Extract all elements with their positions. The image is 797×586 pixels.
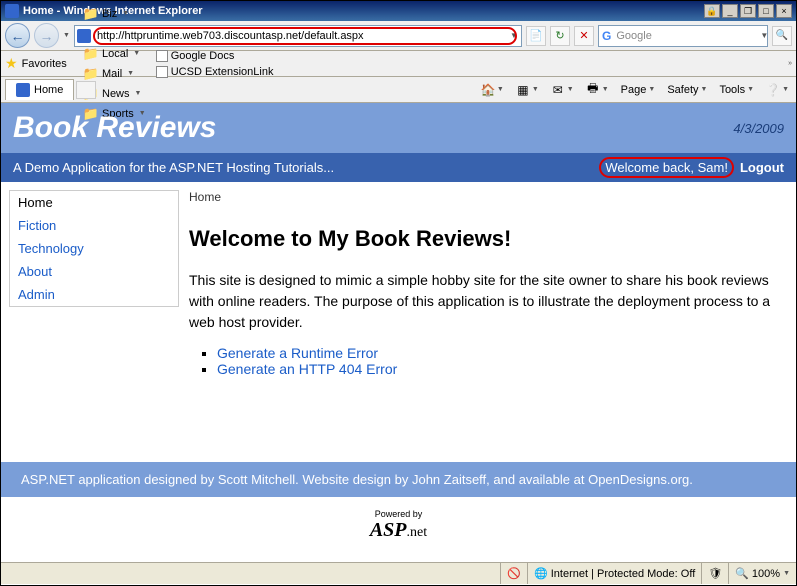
status-bar: 🚫 🌐Internet | Protected Mode: Off 🛡 🔍100… — [1, 562, 796, 584]
folder-icon: 📁 — [83, 66, 99, 82]
page-icon — [77, 29, 91, 43]
aspnet-logo: ASP.net — [13, 519, 784, 542]
page-viewport: Book Reviews 4/3/2009 A Demo Application… — [1, 103, 796, 562]
page-heading: Welcome to My Book Reviews! — [189, 226, 780, 252]
tools-button[interactable]: Tools ▼ — [716, 82, 757, 98]
help-button[interactable]: ❔▼ — [763, 81, 792, 99]
site-subheader: A Demo Application for the ASP.NET Hosti… — [1, 153, 796, 182]
internet-zone-icon: 🌐 — [534, 567, 548, 580]
address-bar[interactable]: ▼ — [74, 25, 522, 47]
back-button[interactable]: ← — [5, 23, 30, 48]
search-dropdown-icon[interactable]: ▼ — [760, 31, 768, 40]
status-security[interactable]: 🛡 — [702, 563, 729, 584]
safety-button[interactable]: Safety ▼ — [664, 82, 710, 98]
link-icon — [156, 50, 168, 62]
status-zone[interactable]: 🌐Internet | Protected Mode: Off — [528, 563, 702, 584]
footer-link-author3[interactable]: OpenDesigns.org — [588, 472, 689, 487]
search-box[interactable]: G ▼ — [598, 25, 768, 47]
content-link[interactable]: Generate a Runtime Error — [217, 345, 378, 361]
site-title: Book Reviews — [13, 111, 733, 145]
tab-label: Home — [34, 84, 63, 96]
content-link-list: Generate a Runtime ErrorGenerate an HTTP… — [217, 345, 780, 377]
mail-button[interactable]: ✉▼ — [548, 81, 577, 99]
stop-button[interactable]: ✕ — [574, 26, 594, 46]
secure-button-icon[interactable]: 🔒 — [704, 4, 720, 18]
new-tab-button[interactable] — [76, 81, 96, 99]
address-dropdown-icon[interactable]: ▼ — [507, 31, 521, 40]
close-button[interactable]: × — [776, 4, 792, 18]
sidebar-item-admin[interactable]: Admin — [10, 283, 178, 306]
feeds-button[interactable]: ▦▼ — [513, 81, 542, 99]
home-button[interactable]: 🏠▼ — [478, 81, 507, 99]
page-button[interactable]: Page ▼ — [618, 82, 659, 98]
intro-paragraph: This site is designed to mimic a simple … — [189, 270, 780, 333]
site-date: 4/3/2009 — [733, 121, 784, 136]
site-header: Book Reviews 4/3/2009 — [1, 103, 796, 153]
mail-icon: ✉ — [551, 83, 565, 97]
favorites-label[interactable]: Favorites — [22, 58, 67, 70]
site-footer: ASP.NET application designed by Scott Mi… — [1, 462, 796, 497]
maximize-button[interactable]: □ — [758, 4, 774, 18]
sidebar-item-fiction[interactable]: Fiction — [10, 214, 178, 237]
site-tagline: A Demo Application for the ASP.NET Hosti… — [13, 160, 601, 175]
link-icon — [156, 66, 168, 78]
fav-folder-local[interactable]: 📁Local▼ — [79, 44, 150, 64]
content-link[interactable]: Generate an HTTP 404 Error — [217, 361, 397, 377]
address-input[interactable] — [93, 27, 507, 45]
search-input[interactable] — [614, 30, 760, 42]
window-buttons: 🔒 _ ❐ □ × — [704, 4, 792, 18]
breadcrumb: Home — [189, 190, 780, 204]
list-item: Generate a Runtime Error — [217, 345, 780, 361]
help-icon: ❔ — [766, 83, 780, 97]
footer-link-author1[interactable]: Scott Mitchell — [218, 472, 295, 487]
status-popup[interactable]: 🚫 — [501, 563, 528, 584]
main-content: Home Welcome to My Book Reviews! This si… — [189, 190, 788, 442]
powered-by: Powered by ASP.net — [1, 497, 796, 554]
page-body: HomeFictionTechnologyAboutAdmin Home Wel… — [1, 182, 796, 442]
sidebar-item-about[interactable]: About — [10, 260, 178, 283]
forward-button[interactable]: → — [34, 23, 59, 48]
restore-button[interactable]: ❐ — [740, 4, 756, 18]
favorites-bar: ★ Favorites 📁Biz▼📁Fun▼📁Local▼📁Mail▼📁News… — [1, 51, 796, 77]
rss-icon: ▦ — [516, 83, 530, 97]
fav-folder-biz[interactable]: 📁Biz▼ — [79, 4, 150, 24]
search-button[interactable]: 🔍 — [772, 26, 792, 46]
powered-label: Powered by — [13, 509, 784, 519]
logout-link[interactable]: Logout — [740, 160, 784, 175]
refresh-button[interactable]: ↻ — [550, 26, 570, 46]
status-message — [1, 563, 501, 584]
footer-link-author2[interactable]: John Zaitseff — [412, 472, 486, 487]
print-button[interactable]: 🖶▼ — [583, 81, 612, 99]
tab-favicon — [16, 83, 30, 97]
sidebar-item-technology[interactable]: Technology — [10, 237, 178, 260]
zoom-icon: 🔍 — [735, 567, 749, 580]
minimize-button[interactable]: _ — [722, 4, 738, 18]
nav-history-dropdown[interactable]: ▼ — [63, 32, 70, 39]
folder-icon: 📁 — [83, 6, 99, 22]
ie-favicon — [5, 4, 19, 18]
zoom-control[interactable]: 🔍100% ▼ — [729, 567, 796, 580]
list-item: Generate an HTTP 404 Error — [217, 361, 780, 377]
favorites-overflow[interactable]: » — [788, 60, 792, 67]
google-icon: G — [602, 29, 611, 43]
home-icon: 🏠 — [481, 83, 495, 97]
tab-home[interactable]: Home — [5, 79, 74, 100]
fav-link[interactable]: UCSD ExtensionLink — [152, 64, 278, 80]
folder-icon: 📁 — [83, 46, 99, 62]
fav-link[interactable]: Google Docs — [152, 48, 278, 64]
compat-button[interactable]: 📄 — [526, 26, 546, 46]
welcome-message: Welcome back, Sam! — [601, 159, 732, 176]
sidebar-item-home: Home — [10, 191, 178, 214]
favorites-star-icon[interactable]: ★ — [5, 55, 18, 72]
command-bar: 🏠▼ ▦▼ ✉▼ 🖶▼ Page ▼ Safety ▼ Tools ▼ ❔▼ — [96, 81, 792, 99]
print-icon: 🖶 — [586, 83, 600, 97]
sidebar-nav: HomeFictionTechnologyAboutAdmin — [9, 190, 179, 307]
